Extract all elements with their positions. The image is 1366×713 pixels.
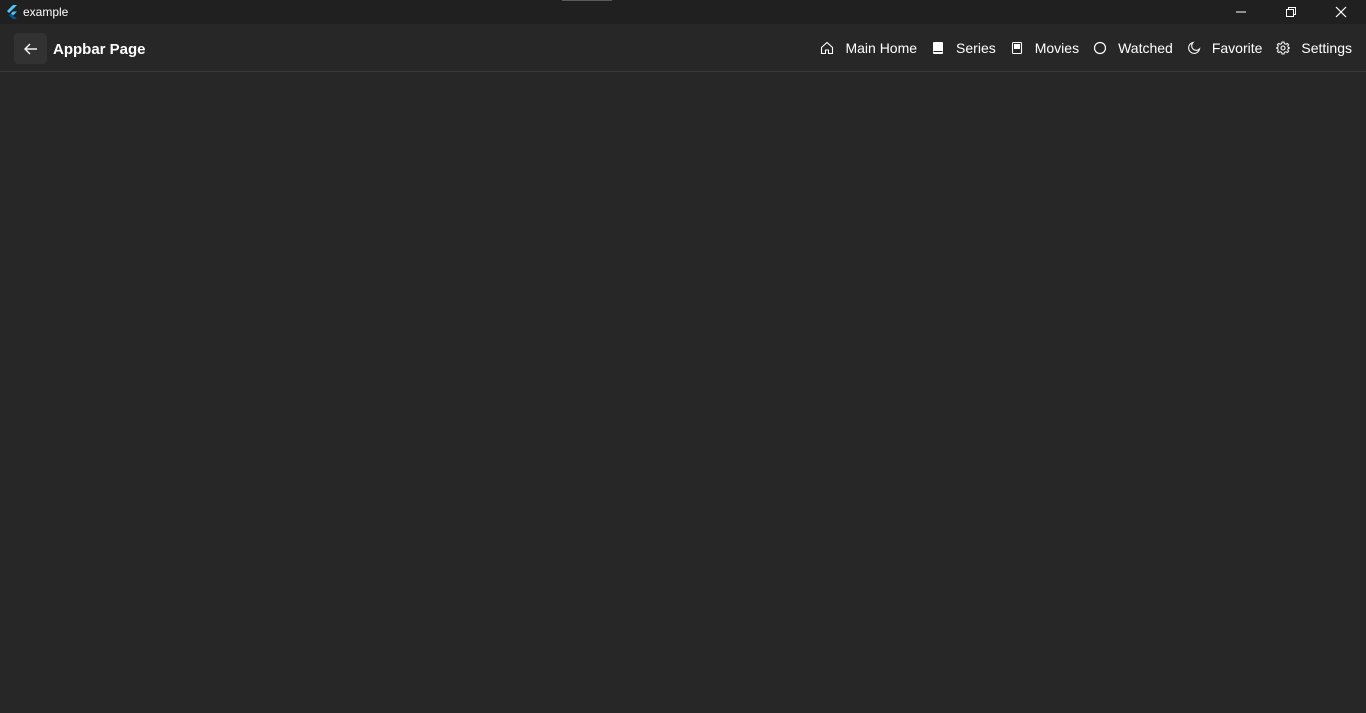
book-filled-icon [930, 40, 946, 56]
window-controls [1216, 0, 1366, 24]
back-button[interactable] [14, 33, 47, 64]
page-title: Appbar Page [53, 41, 146, 58]
nav-label: Favorite [1211, 40, 1263, 56]
minimize-icon [1236, 11, 1246, 13]
arrow-left-icon [23, 43, 37, 54]
nav-item-settings[interactable]: Settings [1275, 33, 1352, 63]
page-content [0, 72, 1366, 713]
nav-item-main-home[interactable]: Main Home [819, 33, 917, 63]
nav-label: Settings [1301, 40, 1352, 56]
close-button[interactable] [1316, 0, 1366, 24]
gear-icon [1275, 40, 1291, 56]
restore-icon [1286, 7, 1296, 17]
nav-item-watched[interactable]: Watched [1092, 33, 1173, 63]
snap-handle[interactable] [562, 0, 612, 1]
restore-button[interactable] [1266, 0, 1316, 24]
flutter-logo-icon [6, 5, 20, 19]
minimize-button[interactable] [1216, 0, 1266, 24]
top-navigation: Main Home Series Movies Watched Favorite… [806, 24, 1352, 72]
home-icon [819, 40, 835, 56]
nav-label: Main Home [845, 40, 918, 56]
book-outline-icon [1009, 40, 1025, 56]
nav-item-series[interactable]: Series [930, 33, 996, 63]
nav-item-movies[interactable]: Movies [1009, 33, 1079, 63]
circle-icon [1092, 40, 1108, 56]
app-bar: Appbar Page Main Home Series Movies Watc… [0, 24, 1366, 72]
close-icon [1335, 6, 1347, 18]
nav-label: Watched [1118, 40, 1173, 56]
window-titlebar[interactable]: example [0, 0, 1366, 24]
nav-item-favorite[interactable]: Favorite [1186, 33, 1263, 63]
nav-label: Movies [1034, 40, 1080, 56]
moon-icon [1186, 40, 1202, 56]
nav-label: Series [956, 40, 996, 56]
window-title: example [23, 5, 69, 19]
